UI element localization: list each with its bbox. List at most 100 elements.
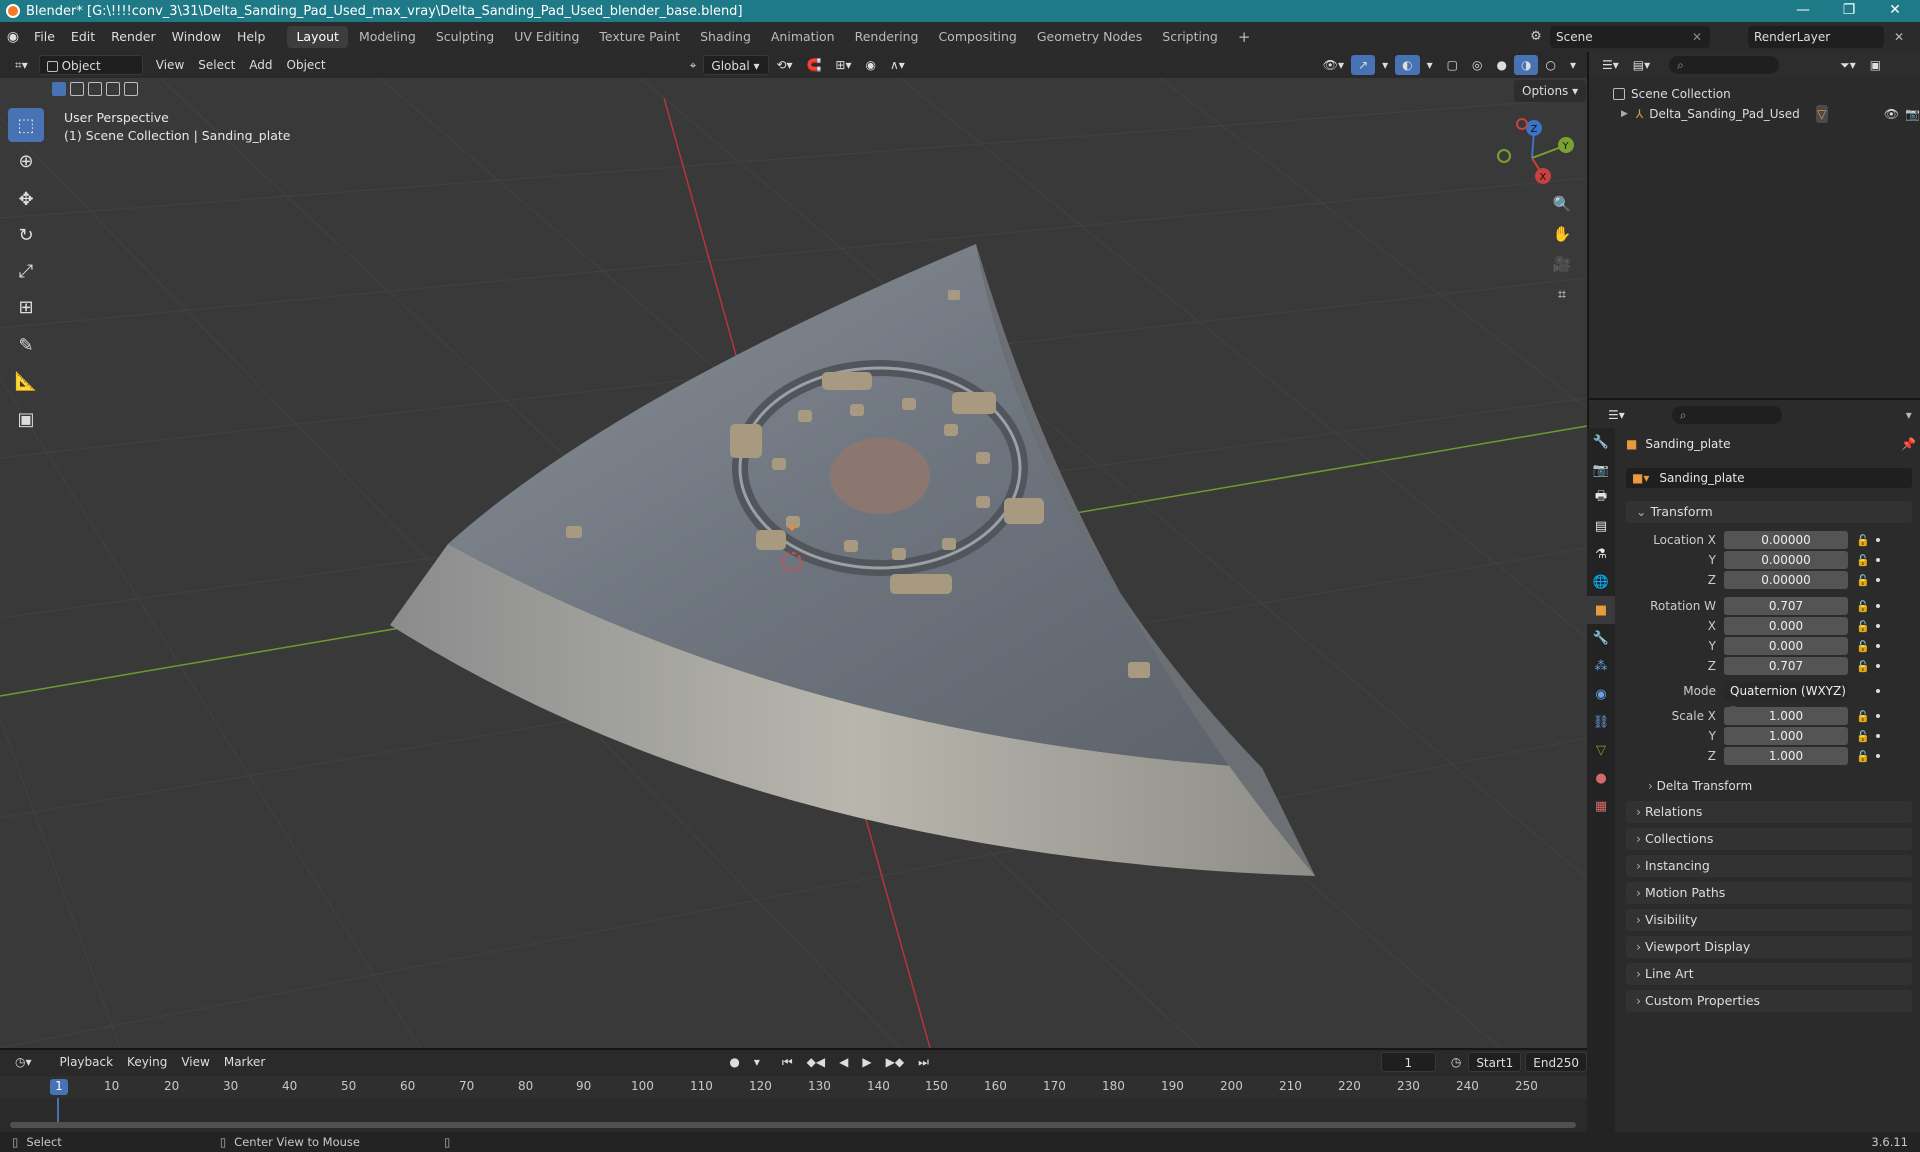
object-data-tab-icon[interactable]: ▽ [1587,736,1615,764]
scale-z-field[interactable]: 1.000 [1724,747,1848,765]
tool-tab-icon[interactable]: 🔧 [1587,428,1615,456]
menu-window[interactable]: Window [164,22,229,52]
menu-add[interactable]: Add [242,55,279,75]
texture-tab-icon[interactable]: ▦ [1587,792,1615,820]
tab-animation[interactable]: Animation [762,26,844,48]
outliner-display-mode-icon[interactable]: ▤▾ [1626,55,1657,75]
keyframe-dot-icon[interactable] [1876,624,1880,628]
next-keyframe-icon[interactable]: ▶◆ [879,1052,911,1072]
object-datablock-field[interactable]: ■▾ Sanding_plate [1626,468,1912,488]
tab-sculpting[interactable]: Sculpting [427,26,503,48]
menu-object[interactable]: Object [280,55,333,75]
world-tab-icon[interactable]: 🌐 [1587,568,1615,596]
gizmo-toggle-icon[interactable]: ↗ [1351,55,1376,75]
select-extend-icon[interactable] [70,82,84,96]
constraints-tab-icon[interactable]: ⛓ [1587,708,1615,736]
tab-uv-editing[interactable]: UV Editing [505,26,588,48]
lock-icon[interactable]: 🔓 [1856,554,1870,567]
rotation-x-field[interactable]: 0.000 [1724,617,1848,635]
keyframe-dot-icon[interactable] [1876,734,1880,738]
tab-shading[interactable]: Shading [691,26,760,48]
play-reverse-icon[interactable]: ◀ [832,1052,855,1072]
object-browse-icon[interactable]: ■▾ [1632,471,1649,485]
rotation-y-field[interactable]: 0.000 [1724,637,1848,655]
collections-panel-header[interactable]: › Collections [1626,828,1912,850]
tab-compositing[interactable]: Compositing [929,26,1025,48]
keyframe-dot-icon[interactable] [1876,558,1880,562]
sanding-pad-model[interactable] [390,244,1315,876]
rotation-mode-dropdown[interactable]: Quaternion (WXYZ) ▾ [1724,682,1848,716]
gizmo-dropdown-icon[interactable]: ▾ [1375,55,1395,75]
transform-panel-header[interactable]: ⌄ Transform [1626,501,1912,523]
keyframe-dot-icon[interactable] [1876,689,1880,693]
scene-selector[interactable]: Scene ✕ [1550,26,1710,48]
maximize-button[interactable]: ❐ [1826,0,1872,22]
keyframe-dot-icon[interactable] [1876,754,1880,758]
lock-icon[interactable]: 🔓 [1856,600,1870,613]
object-tab-icon[interactable]: ■ [1587,596,1615,624]
play-icon[interactable]: ▶ [855,1052,878,1072]
delta-transform-subpanel[interactable]: › Delta Transform [1640,776,1912,796]
select-intersect-icon[interactable] [124,82,138,96]
expand-arrow-icon[interactable]: ▶ [1621,104,1628,124]
jump-end-icon[interactable]: ⏭ [911,1052,936,1072]
perspective-toggle-icon[interactable]: ⌗ [1546,280,1578,308]
menu-render[interactable]: Render [103,22,164,52]
cursor-tool-icon[interactable]: ⊕ [8,144,44,178]
physics-tab-icon[interactable]: ◉ [1587,680,1615,708]
measure-tool-icon[interactable]: 📐 [8,364,44,398]
move-tool-icon[interactable]: ✥ [8,182,44,216]
keyframe-dot-icon[interactable] [1876,664,1880,668]
outliner-scene-collection[interactable]: Scene Collection [1589,84,1920,104]
shading-wireframe-icon[interactable]: ◎ [1465,55,1489,75]
keyframe-dot-icon[interactable] [1876,578,1880,582]
shading-dropdown-icon[interactable]: ▾ [1563,55,1583,75]
tab-geometry-nodes[interactable]: Geometry Nodes [1028,26,1151,48]
modifiers-tab-icon[interactable]: 🔧 [1587,624,1615,652]
menu-keying[interactable]: Keying ▾ [120,1052,174,1089]
motion-paths-panel-header[interactable]: › Motion Paths [1626,882,1912,904]
scene-tab-icon[interactable]: ⚗ [1587,540,1615,568]
tab-layout[interactable]: Layout [287,26,348,48]
pivot-icon[interactable]: ⟲▾ [769,55,799,75]
rotation-z-field[interactable]: 0.707 [1724,657,1848,675]
lock-icon[interactable]: 🔓 [1856,620,1870,633]
relations-panel-header[interactable]: › Relations [1626,801,1912,823]
jump-start-icon[interactable]: ⏮ [775,1052,800,1072]
minimize-button[interactable]: — [1780,0,1826,22]
editor-type-icon[interactable]: ⌗▾ [8,55,35,75]
keyframe-dot-icon[interactable] [1876,644,1880,648]
orientation-dropdown[interactable]: Global ▾ [703,55,770,75]
menu-file[interactable]: File [26,22,63,52]
visibility-panel-header[interactable]: › Visibility [1626,909,1912,931]
keyframe-dot-icon[interactable] [1876,538,1880,542]
use-preview-range-icon[interactable]: ◷ [1444,1052,1468,1072]
add-workspace-icon[interactable]: + [1229,26,1260,48]
location-z-field[interactable]: 0.00000 [1724,571,1848,589]
shading-material-icon[interactable]: ◑ [1513,55,1539,75]
viewport-display-panel-header[interactable]: › Viewport Display [1626,936,1912,958]
render-tab-icon[interactable]: 📷 [1587,456,1615,484]
properties-editor-type-icon[interactable]: ☰▾ [1601,405,1632,425]
particles-tab-icon[interactable]: ⁂ [1587,652,1615,680]
properties-options-icon[interactable]: ▾ [1906,408,1912,422]
lock-icon[interactable]: 🔓 [1856,750,1870,763]
proportional-edit-icon[interactable]: ◉ [859,55,883,75]
close-button[interactable]: ✕ [1872,0,1918,22]
viewlayer-selector[interactable]: RenderLayer [1748,26,1884,48]
properties-search-input[interactable]: ⌕ [1671,406,1782,424]
menu-edit[interactable]: Edit [63,22,103,52]
ruler-tick-current[interactable]: 1 [50,1079,68,1095]
outliner-search-input[interactable]: ⌕ [1669,56,1780,74]
options-dropdown[interactable]: Options ▾ [1514,80,1587,102]
filter-icon[interactable]: ⏷▾ [1833,55,1863,75]
lock-icon[interactable]: 🔓 [1856,710,1870,723]
orientation-icon[interactable]: ⌖ [683,55,704,75]
instancing-panel-header[interactable]: › Instancing [1626,855,1912,877]
start-frame-field[interactable]: Start 1 [1468,1052,1522,1072]
tab-scripting[interactable]: Scripting [1153,26,1227,48]
custom-properties-panel-header[interactable]: › Custom Properties [1626,990,1912,1012]
record-icon[interactable]: ● [722,1052,746,1072]
line-art-panel-header[interactable]: › Line Art [1626,963,1912,985]
end-frame-field[interactable]: End 250 [1525,1052,1587,1072]
